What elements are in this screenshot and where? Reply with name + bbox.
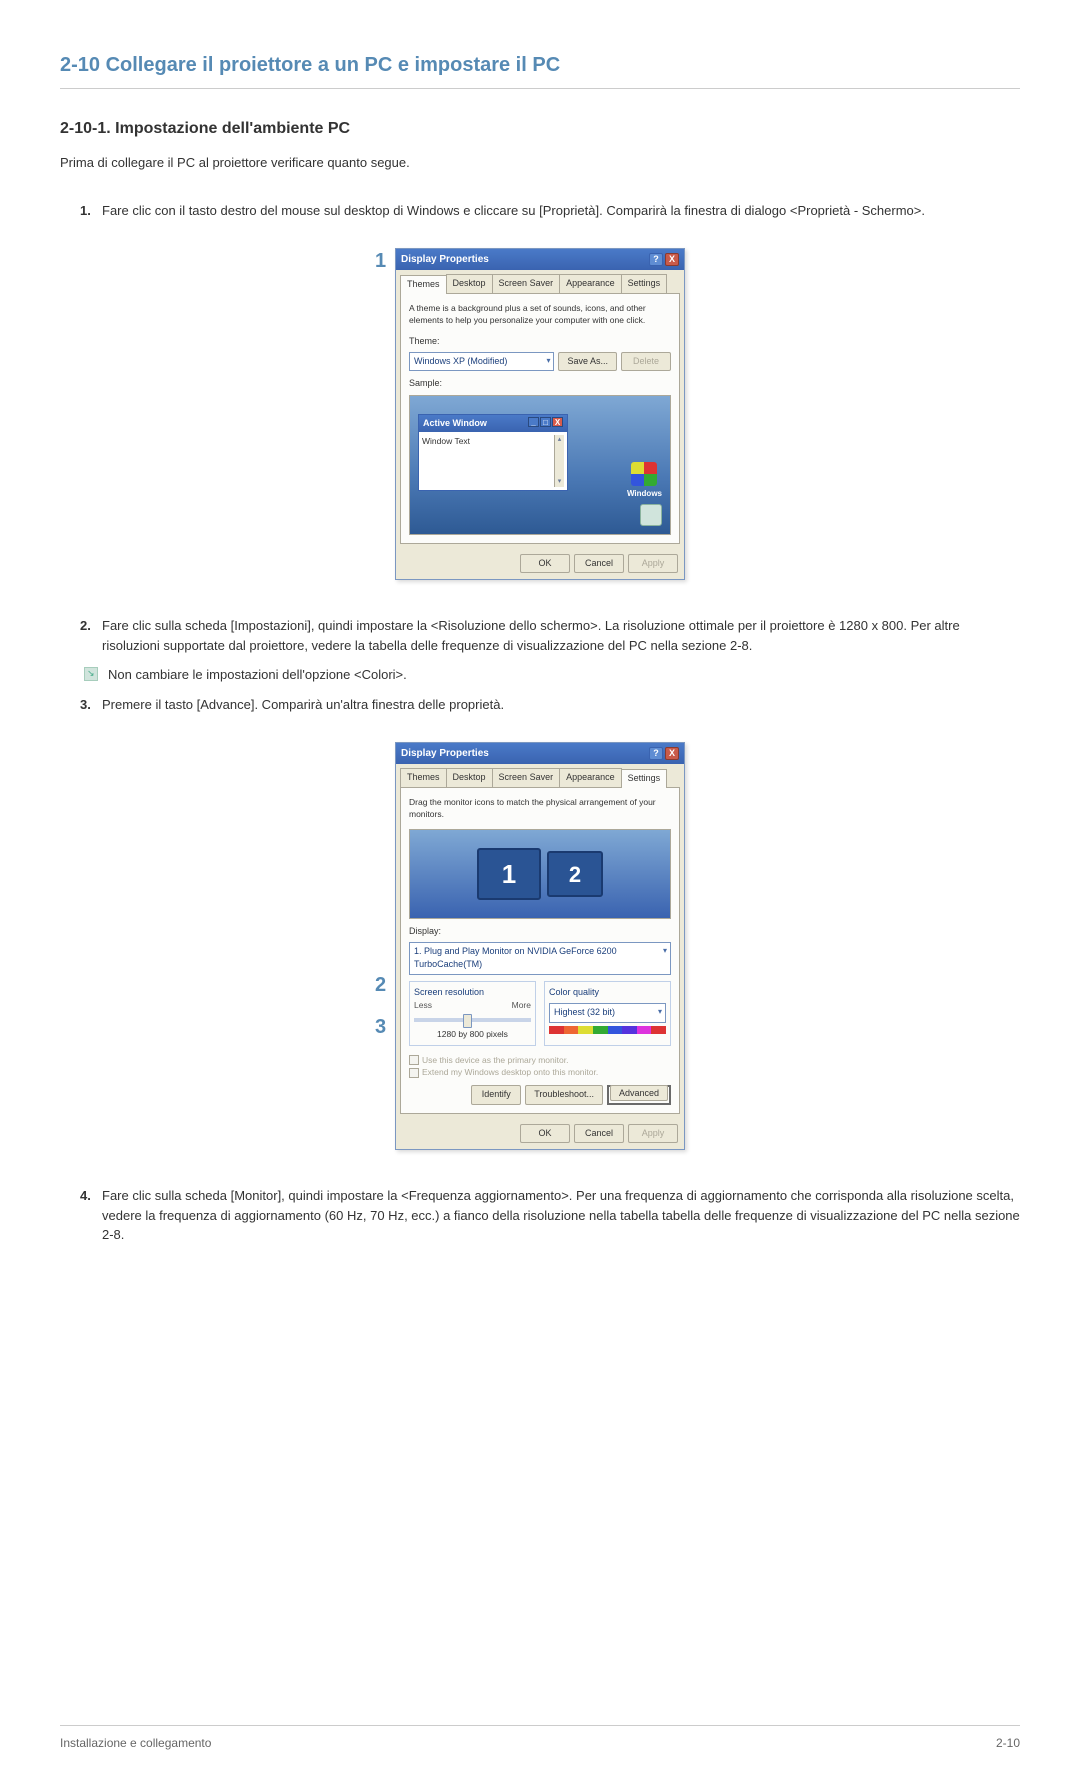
tab-appearance[interactable]: Appearance bbox=[559, 274, 622, 293]
step-number: 1. bbox=[80, 201, 102, 221]
save-as-button[interactable]: Save As... bbox=[558, 352, 617, 372]
callout-1: 1 bbox=[375, 246, 386, 276]
theme-label: Theme: bbox=[409, 335, 671, 349]
dialog-titlebar: Display Properties ? X bbox=[396, 743, 684, 764]
slider-more: More bbox=[512, 999, 531, 1012]
recycle-bin-icon bbox=[640, 504, 662, 526]
apply-button[interactable]: Apply bbox=[628, 1124, 678, 1144]
section-title: 2-10 Collegare il proiettore a un PC e i… bbox=[60, 50, 1020, 89]
tab-themes[interactable]: Themes bbox=[400, 275, 447, 294]
troubleshoot-button[interactable]: Troubleshoot... bbox=[525, 1085, 603, 1105]
footer-left: Installazione e collegamento bbox=[60, 1734, 211, 1752]
minimize-icon: _ bbox=[528, 417, 539, 427]
apply-button[interactable]: Apply bbox=[628, 554, 678, 574]
scrollbar: ▴▾ bbox=[554, 435, 564, 487]
step-4: 4. Fare clic sulla scheda [Monitor], qui… bbox=[80, 1186, 1020, 1245]
page-footer: Installazione e collegamento 2-10 bbox=[60, 1725, 1020, 1752]
monitor-1-icon[interactable]: 1 bbox=[477, 848, 541, 900]
tab-strip: Themes Desktop Screen Saver Appearance S… bbox=[396, 764, 684, 787]
display-label: Display: bbox=[409, 925, 671, 939]
step-text: Premere il tasto [Advance]. Comparirà un… bbox=[102, 695, 1020, 715]
screen-resolution-group: Screen resolution Less More 1280 by 800 … bbox=[409, 981, 536, 1046]
display-properties-dialog-settings: Display Properties ? X Themes Desktop Sc… bbox=[395, 742, 685, 1150]
note-icon bbox=[84, 667, 98, 681]
ok-button[interactable]: OK bbox=[520, 1124, 570, 1144]
note: Non cambiare le impostazioni dell'opzion… bbox=[84, 665, 1020, 685]
sample-window-text: Window Text bbox=[422, 435, 554, 487]
tab-appearance[interactable]: Appearance bbox=[559, 768, 622, 787]
step-number: 2. bbox=[80, 616, 102, 655]
tab-strip: Themes Desktop Screen Saver Appearance S… bbox=[396, 270, 684, 293]
tab-screensaver[interactable]: Screen Saver bbox=[492, 274, 561, 293]
cancel-button[interactable]: Cancel bbox=[574, 1124, 624, 1144]
primary-monitor-checkbox: Use this device as the primary monitor. bbox=[409, 1054, 671, 1067]
ok-button[interactable]: OK bbox=[520, 554, 570, 574]
tab-themes[interactable]: Themes bbox=[400, 768, 447, 787]
advanced-button[interactable]: Advanced bbox=[610, 1085, 668, 1101]
tab-screensaver[interactable]: Screen Saver bbox=[492, 768, 561, 787]
help-button[interactable]: ? bbox=[649, 747, 663, 760]
resolution-value: 1280 by 800 pixels bbox=[414, 1028, 531, 1041]
footer-right: 2-10 bbox=[996, 1734, 1020, 1752]
step-number: 4. bbox=[80, 1186, 102, 1245]
sample-label: Sample: bbox=[409, 377, 671, 391]
maximize-icon: □ bbox=[540, 417, 551, 427]
tab-desktop[interactable]: Desktop bbox=[446, 274, 493, 293]
figure-1: 1 Display Properties ? X Themes Desktop … bbox=[395, 248, 685, 580]
theme-sample-preview: Active Window _ □ X Window Text ▴▾ bbox=[409, 395, 671, 535]
step-1: 1. Fare clic con il tasto destro del mou… bbox=[80, 201, 1020, 221]
color-quality-select[interactable]: Highest (32 bit) bbox=[549, 1003, 666, 1023]
tab-settings[interactable]: Settings bbox=[621, 769, 668, 788]
callout-3: 3 bbox=[375, 1012, 386, 1042]
monitor-2-icon[interactable]: 2 bbox=[547, 851, 603, 897]
tab-desktop[interactable]: Desktop bbox=[446, 768, 493, 787]
dialog-title: Display Properties bbox=[401, 746, 489, 761]
color-bars bbox=[549, 1026, 666, 1034]
windows-logo-icon bbox=[631, 462, 657, 486]
sample-window-title: Active Window bbox=[423, 417, 487, 431]
identify-button[interactable]: Identify bbox=[471, 1085, 521, 1105]
windows-logo-text: Windows bbox=[627, 488, 662, 500]
step-3: 3. Premere il tasto [Advance]. Comparirà… bbox=[80, 695, 1020, 715]
callout-2: 2 bbox=[375, 970, 386, 1000]
slider-less: Less bbox=[414, 999, 432, 1012]
note-text: Non cambiare le impostazioni dell'opzion… bbox=[108, 665, 407, 685]
step-number: 3. bbox=[80, 695, 102, 715]
delete-button[interactable]: Delete bbox=[621, 352, 671, 372]
dialog-title: Display Properties bbox=[401, 252, 489, 267]
sample-window: Active Window _ □ X Window Text ▴▾ bbox=[418, 414, 568, 492]
dialog-titlebar: Display Properties ? X bbox=[396, 249, 684, 270]
resolution-slider[interactable] bbox=[414, 1018, 531, 1022]
figure-2: 2 3 Display Properties ? X Themes Deskto… bbox=[395, 742, 685, 1150]
close-button[interactable]: X bbox=[665, 747, 679, 760]
close-button[interactable]: X bbox=[665, 253, 679, 266]
theme-select[interactable]: Windows XP (Modified) bbox=[409, 352, 554, 372]
step-2: 2. Fare clic sulla scheda [Impostazioni]… bbox=[80, 616, 1020, 655]
display-select[interactable]: 1. Plug and Play Monitor on NVIDIA GeFor… bbox=[409, 942, 671, 975]
resolution-label: Screen resolution bbox=[414, 986, 531, 1000]
theme-description: A theme is a background plus a set of so… bbox=[409, 302, 671, 328]
close-icon: X bbox=[552, 417, 563, 427]
step-text: Fare clic con il tasto destro del mouse … bbox=[102, 201, 1020, 221]
tab-settings[interactable]: Settings bbox=[621, 274, 668, 293]
help-button[interactable]: ? bbox=[649, 253, 663, 266]
monitor-arrangement[interactable]: 1 2 bbox=[409, 829, 671, 919]
intro-text: Prima di collegare il PC al proiettore v… bbox=[60, 153, 1020, 173]
extend-desktop-checkbox: Extend my Windows desktop onto this moni… bbox=[409, 1066, 671, 1079]
cancel-button[interactable]: Cancel bbox=[574, 554, 624, 574]
color-quality-group: Color quality Highest (32 bit) bbox=[544, 981, 671, 1046]
display-properties-dialog-themes: Display Properties ? X Themes Desktop Sc… bbox=[395, 248, 685, 580]
color-quality-label: Color quality bbox=[549, 986, 666, 1000]
step-text: Fare clic sulla scheda [Impostazioni], q… bbox=[102, 616, 1020, 655]
settings-description: Drag the monitor icons to match the phys… bbox=[409, 796, 671, 822]
subsection-title: 2-10-1. Impostazione dell'ambiente PC bbox=[60, 117, 1020, 141]
step-text: Fare clic sulla scheda [Monitor], quindi… bbox=[102, 1186, 1020, 1245]
